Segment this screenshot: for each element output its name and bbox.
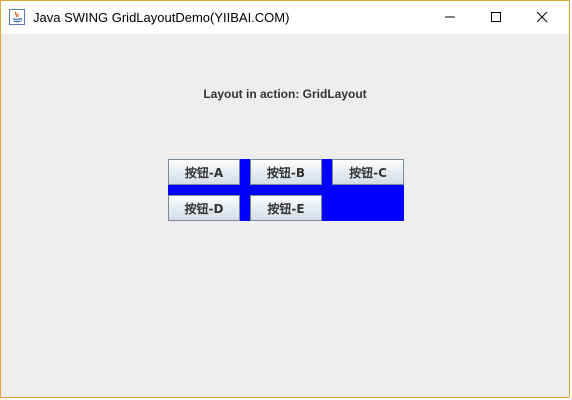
java-icon: [9, 9, 25, 25]
window-title: Java SWING GridLayoutDemo(YIIBAI.COM): [33, 10, 290, 25]
minimize-button[interactable]: [427, 1, 473, 33]
close-button[interactable]: [519, 1, 565, 33]
button-b[interactable]: 按钮-B: [250, 159, 322, 185]
minimize-icon: [445, 16, 455, 18]
maximize-button[interactable]: [473, 1, 519, 33]
grid-panel: 按钮-A 按钮-B 按钮-C 按钮-D 按钮-E: [168, 159, 404, 221]
button-c[interactable]: 按钮-C: [332, 159, 404, 185]
button-a[interactable]: 按钮-A: [168, 159, 240, 185]
button-d[interactable]: 按钮-D: [168, 195, 240, 221]
content-pane: Layout in action: GridLayout 按钮-A 按钮-B 按…: [1, 34, 569, 397]
title-bar[interactable]: Java SWING GridLayoutDemo(YIIBAI.COM): [1, 1, 569, 34]
button-e[interactable]: 按钮-E: [250, 195, 322, 221]
layout-label: Layout in action: GridLayout: [203, 87, 367, 101]
application-window: Java SWING GridLayoutDemo(YIIBAI.COM) La…: [0, 0, 570, 398]
close-icon: [536, 11, 548, 23]
maximize-icon: [491, 12, 501, 22]
